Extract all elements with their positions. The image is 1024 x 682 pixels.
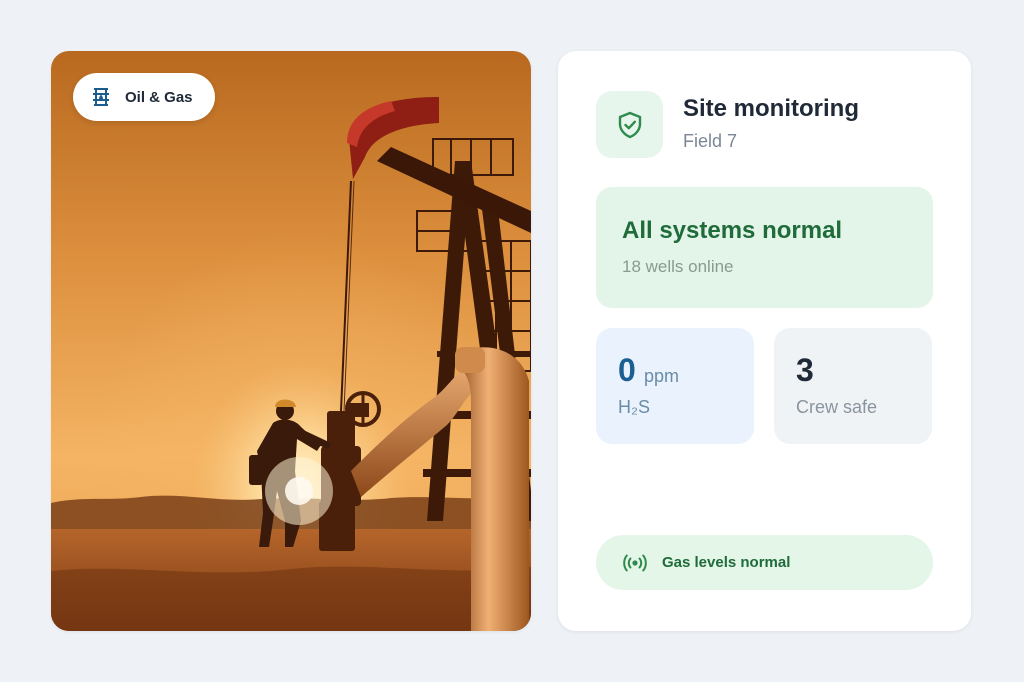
oil-barrel-icon [93, 88, 109, 106]
h2s-unit: ppm [644, 366, 680, 386]
site-monitoring-card: Site monitoring Field 7 All systems norm… [558, 51, 971, 631]
broadcast-signal-icon [623, 554, 647, 571]
h2s-label: H₂S [618, 397, 650, 417]
crew-value: 3 [796, 352, 814, 388]
category-tag-label: Oil & Gas [125, 88, 193, 106]
wells-online-text: 18 wells online [622, 257, 734, 276]
category-tag[interactable]: Oil & Gas [73, 73, 215, 121]
system-status-title: All systems normal [622, 217, 843, 244]
h2s-value: 0 [618, 352, 636, 388]
site-subtitle: Field 7 [683, 131, 738, 151]
header-icon-badge [596, 91, 663, 158]
shield-check-icon [618, 111, 641, 138]
site-title: Site monitoring [683, 95, 859, 122]
gas-levels-indicator: Gas levels normal [596, 535, 933, 590]
oilfield-photo-card: Oil & Gas [51, 51, 531, 631]
system-status-panel: All systems normal 18 wells online [596, 187, 933, 308]
crew-stat-tile: 3 Crew safe [774, 328, 932, 444]
crew-label: Crew safe [796, 397, 878, 417]
gas-levels-label: Gas levels normal [662, 554, 791, 571]
h2s-stat-tile: 0 ppm H₂S [596, 328, 754, 444]
page: Oil & Gas Site monitoring Field 7 All sy… [0, 0, 1024, 682]
oilfield-photo [51, 51, 531, 631]
